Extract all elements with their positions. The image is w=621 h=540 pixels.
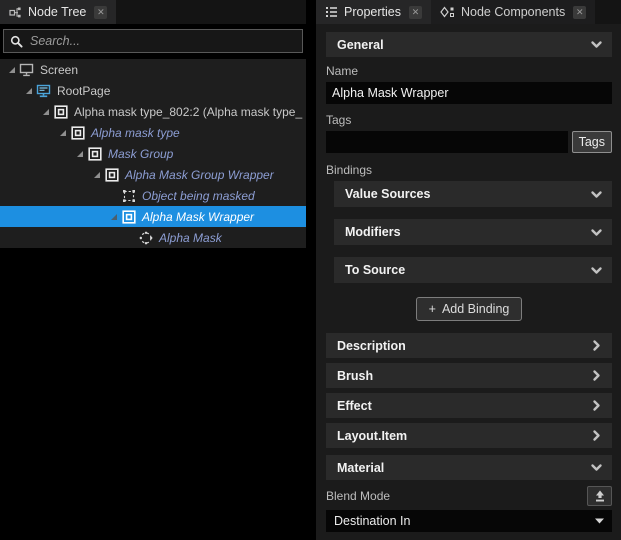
section-description[interactable]: Description — [326, 333, 612, 358]
expander-icon[interactable] — [42, 108, 53, 116]
chevron-down-icon — [590, 188, 603, 201]
section-general[interactable]: General — [326, 32, 612, 57]
section-material[interactable]: Material — [326, 455, 612, 480]
right-tab-bar: Properties ✕ Node Components ✕ — [316, 0, 621, 24]
tree-label: Screen — [40, 63, 78, 77]
left-tab-bar: Node Tree ✕ — [0, 0, 306, 24]
add-binding-label: Add Binding — [442, 302, 509, 316]
tree-row-alpha-mask-group-wrapper[interactable]: Alpha Mask Group Wrapper — [0, 164, 306, 185]
tab-node-components-label: Node Components — [461, 5, 565, 19]
section-effect[interactable]: Effect — [326, 393, 612, 418]
tab-node-tree-label: Node Tree — [28, 5, 86, 19]
tags-button[interactable]: Tags — [572, 131, 612, 153]
tree-label: Mask Group — [108, 147, 173, 161]
node2d-icon — [70, 126, 85, 140]
node-tree-panel: Node Tree ✕ Search... Screen — [0, 0, 306, 540]
tree-row-alpha-mask-type[interactable]: Alpha mask type — [0, 122, 306, 143]
expander-icon[interactable] — [76, 150, 87, 158]
tags-label: Tags — [326, 113, 612, 127]
chevron-down-icon — [590, 264, 603, 277]
tree-row-rootpage[interactable]: RootPage — [0, 80, 306, 101]
properties-content: General Name Tags Tags Bindings Value So… — [316, 24, 621, 532]
tree-label: Alpha Mask Group Wrapper — [125, 168, 274, 182]
expander-icon[interactable] — [59, 129, 70, 137]
tab-node-components[interactable]: Node Components ✕ — [431, 0, 595, 24]
tree-label: Object being masked — [142, 189, 255, 203]
section-brush[interactable]: Brush — [326, 363, 612, 388]
tree-label: Alpha Mask Wrapper — [142, 210, 254, 224]
tree-row-object-being-masked[interactable]: Object being masked — [0, 185, 306, 206]
dashed-circle-icon — [138, 231, 153, 245]
node-components-icon — [440, 6, 455, 18]
tree-label: RootPage — [57, 84, 110, 98]
expander-icon[interactable] — [93, 171, 104, 179]
tab-properties-label: Properties — [344, 5, 401, 19]
blend-mode-dropdown[interactable]: Destination In — [326, 510, 612, 532]
screen-icon — [19, 63, 34, 77]
section-layout-item[interactable]: Layout.Item — [326, 423, 612, 448]
tree-row-alpha-mask-wrapper[interactable]: Alpha Mask Wrapper — [0, 206, 306, 227]
close-icon[interactable]: ✕ — [409, 6, 422, 19]
tree-label: Alpha Mask — [159, 231, 222, 245]
rootpage-icon — [36, 84, 51, 98]
node2d-icon — [87, 147, 102, 161]
section-value-sources[interactable]: Value Sources — [334, 181, 612, 207]
name-label: Name — [326, 64, 612, 78]
section-modifiers[interactable]: Modifiers — [334, 219, 612, 245]
chevron-down-icon — [590, 38, 603, 51]
search-input[interactable]: Search... — [3, 29, 303, 53]
node2d-icon — [53, 105, 68, 119]
arrow-up-icon — [593, 489, 607, 503]
name-field[interactable] — [326, 82, 612, 104]
search-placeholder: Search... — [30, 34, 80, 48]
blend-mode-value: Destination In — [334, 514, 410, 528]
tree-label: Alpha mask type_802:2 (Alpha mask type_ — [74, 105, 302, 119]
chevron-right-icon — [590, 369, 603, 382]
close-icon[interactable]: ✕ — [94, 6, 107, 19]
push-to-default-button[interactable] — [587, 486, 612, 506]
tab-properties[interactable]: Properties ✕ — [316, 0, 431, 24]
node-tree-icon — [9, 6, 22, 19]
tree-row-screen[interactable]: Screen — [0, 59, 306, 80]
node2d-icon — [121, 210, 136, 224]
selection-rect-icon — [121, 189, 136, 203]
blend-mode-label: Blend Mode — [326, 489, 390, 503]
tree-row-alpha-mask-type-802[interactable]: Alpha mask type_802:2 (Alpha mask type_ — [0, 101, 306, 122]
expander-icon[interactable] — [110, 213, 121, 221]
add-binding-button[interactable]: + Add Binding — [416, 297, 523, 321]
chevron-down-icon — [590, 226, 603, 239]
properties-panel: Properties ✕ Node Components ✕ General N… — [316, 0, 621, 540]
node-tree: Screen RootPage Alp — [0, 59, 306, 248]
chevron-right-icon — [590, 429, 603, 442]
expander-icon[interactable] — [25, 87, 36, 95]
close-icon[interactable]: ✕ — [573, 6, 586, 19]
tree-row-mask-group[interactable]: Mask Group — [0, 143, 306, 164]
node2d-icon — [104, 168, 119, 182]
chevron-right-icon — [590, 399, 603, 412]
chevron-down-icon — [590, 461, 603, 474]
search-icon — [10, 35, 23, 48]
tree-label: Alpha mask type — [91, 126, 180, 140]
properties-list-icon — [325, 6, 338, 18]
plus-icon: + — [429, 302, 436, 316]
tab-node-tree[interactable]: Node Tree ✕ — [0, 0, 116, 24]
bindings-label: Bindings — [326, 163, 612, 177]
section-to-source[interactable]: To Source — [334, 257, 612, 283]
tags-field[interactable] — [326, 131, 568, 153]
expander-icon[interactable] — [8, 66, 19, 74]
tree-row-alpha-mask[interactable]: Alpha Mask — [0, 227, 306, 248]
chevron-right-icon — [590, 339, 603, 352]
dropdown-arrow-icon — [595, 518, 604, 524]
